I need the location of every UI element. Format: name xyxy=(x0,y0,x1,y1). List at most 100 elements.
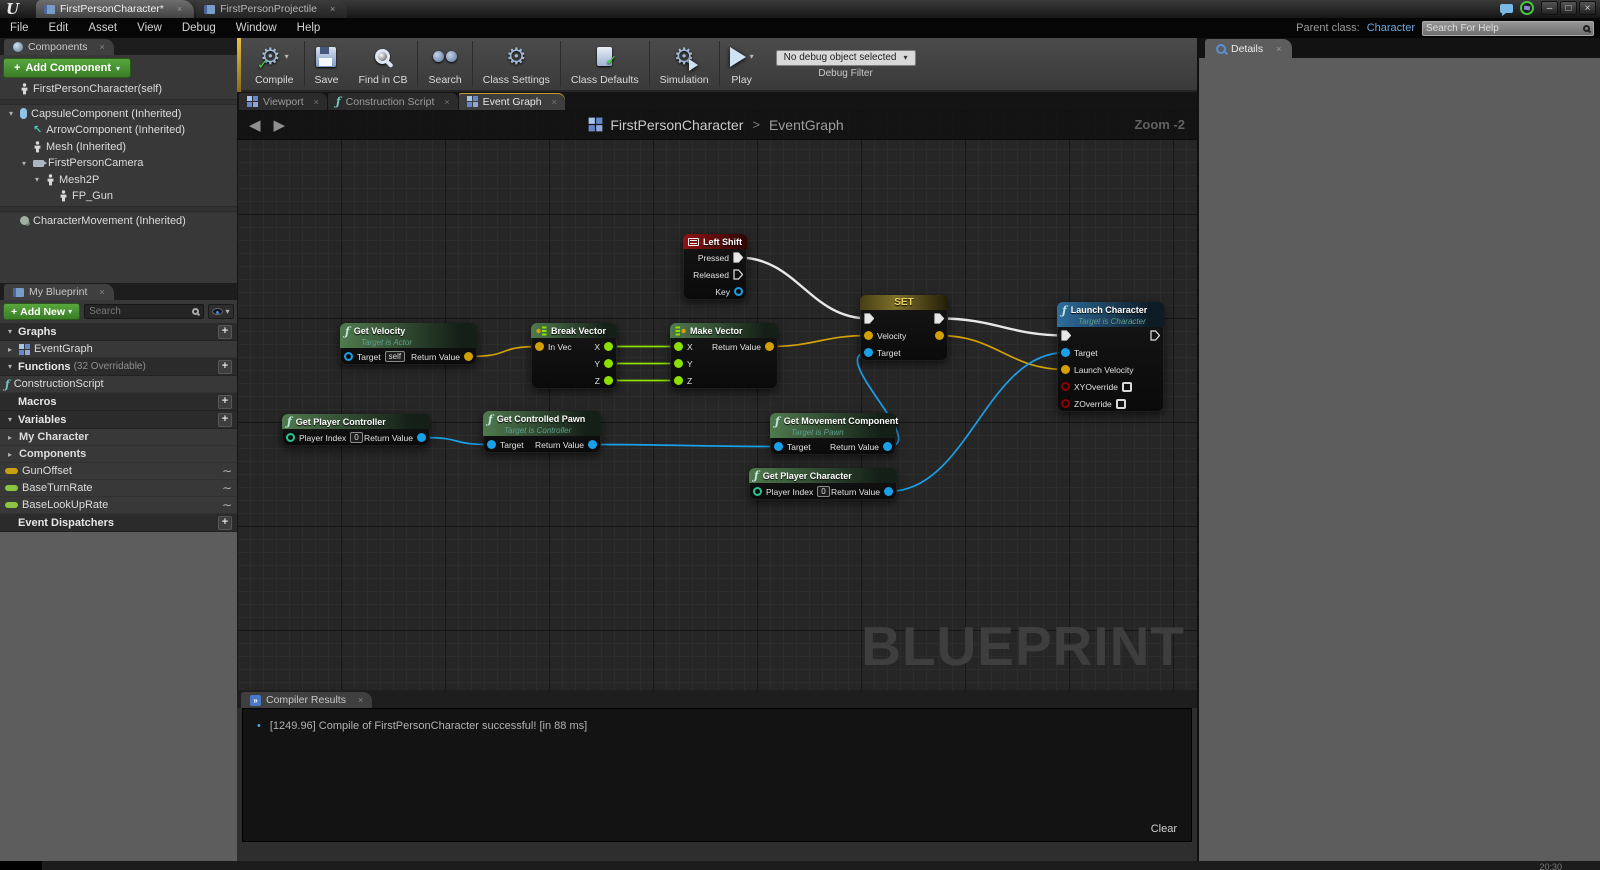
tree-item-arrowcomponent[interactable]: ↖ ArrowComponent (Inherited) xyxy=(0,122,237,139)
section-header-functions[interactable]: ▾ Functions (32 Overridable) + xyxy=(0,358,237,376)
tree-item-firstpersoncamera[interactable]: ▾ FirstPersonCamera xyxy=(0,155,237,172)
node-get_player_character[interactable]: ƒ Get Player Character Player Index 0 Return… xyxy=(749,468,897,500)
pin-object[interactable] xyxy=(864,348,873,357)
expander-icon[interactable]: ▸ xyxy=(5,345,15,354)
pin-int[interactable] xyxy=(286,433,295,442)
components-panel-tab[interactable]: Components × xyxy=(4,39,114,55)
pin-object[interactable] xyxy=(1061,348,1070,357)
add-button[interactable]: + xyxy=(218,394,232,409)
expander-icon[interactable]: ▾ xyxy=(19,159,29,168)
breadcrumb-current[interactable]: EventGraph xyxy=(769,117,844,133)
add-component-button[interactable]: + Add Component ▾ xyxy=(3,58,131,78)
visibility-filter-button[interactable]: ▾ xyxy=(208,304,234,319)
expander-icon[interactable]: ▾ xyxy=(6,109,16,118)
expander-icon[interactable]: ▾ xyxy=(32,175,42,184)
section-header-event-dispatchers[interactable]: Event Dispatchers + xyxy=(0,514,237,532)
compiler-results-tab[interactable]: » Compiler Results × xyxy=(241,692,373,708)
add-button[interactable]: + xyxy=(218,359,232,374)
pin-object[interactable] xyxy=(884,487,893,496)
visibility-closed-icon[interactable]: ∼ xyxy=(222,464,232,478)
node-launch_character[interactable]: ƒ Launch Character Target is Character Targ… xyxy=(1057,302,1164,412)
close-icon[interactable]: × xyxy=(99,287,104,297)
node-left_shift[interactable]: Left Shift Pressed Released Key xyxy=(683,234,747,300)
close-icon[interactable]: × xyxy=(177,4,182,14)
tree-item-firstpersoncharacter(self)[interactable]: FirstPersonCharacter(self) xyxy=(0,81,237,98)
list-item-eventgraph[interactable]: ▸ EventGraph xyxy=(0,341,237,358)
add-button[interactable]: + xyxy=(218,515,232,530)
clear-button[interactable]: Clear xyxy=(1151,823,1177,835)
back-arrow-icon[interactable]: ◀ xyxy=(249,116,261,134)
exec-pin[interactable] xyxy=(864,313,874,324)
pin-object[interactable] xyxy=(588,440,597,449)
close-icon[interactable]: × xyxy=(552,97,557,107)
tree-item-fp_gun[interactable]: FP_Gun xyxy=(0,188,237,205)
simulation-button[interactable]: ⚙ Simulation xyxy=(650,38,719,90)
exec-pin[interactable] xyxy=(1150,330,1160,341)
list-item-gunoffset[interactable]: GunOffset ∼ xyxy=(0,463,237,480)
pin-object[interactable] xyxy=(344,352,353,361)
exec-pin[interactable] xyxy=(733,252,743,263)
expander-icon[interactable]: ▸ xyxy=(5,450,15,459)
node-set[interactable]: SET Velocity Target xyxy=(860,295,948,361)
pin-float[interactable] xyxy=(604,376,613,385)
save-button[interactable]: Save xyxy=(305,38,349,90)
tab-event-graph[interactable]: Event Graph × xyxy=(458,93,565,110)
find-in-cb-button[interactable]: Find in CB xyxy=(348,38,417,90)
chevron-down-icon[interactable]: ▾ xyxy=(750,52,754,61)
close-icon[interactable]: × xyxy=(314,97,319,107)
tree-item-charactermovement[interactable]: CharacterMovement (Inherited) xyxy=(0,213,237,230)
pin-float[interactable] xyxy=(674,376,683,385)
pin-vector[interactable] xyxy=(935,331,944,340)
node-get_controlled_pawn[interactable]: ƒ Get Controlled Pawn Target is Controller… xyxy=(483,411,601,453)
class-defaults-button[interactable]: ✓ Class Defaults xyxy=(561,38,649,90)
menu-item-edit[interactable]: Edit xyxy=(39,22,79,34)
help-search-input[interactable] xyxy=(1426,22,1583,34)
visibility-closed-icon[interactable]: ∼ xyxy=(222,498,232,512)
section-header-macros[interactable]: Macros + xyxy=(0,393,237,411)
node-get_player_controller[interactable]: ƒ Get Player Controller Player Index 0 Retur… xyxy=(282,414,430,446)
search-button[interactable]: Search xyxy=(418,38,471,90)
expander-icon[interactable]: ▾ xyxy=(5,327,15,336)
exec-pin[interactable] xyxy=(1061,330,1071,341)
pin-float[interactable] xyxy=(604,359,613,368)
visibility-closed-icon[interactable]: ∼ xyxy=(222,481,232,495)
chevron-down-icon[interactable]: ▾ xyxy=(285,52,289,61)
pin-vector[interactable] xyxy=(864,331,873,340)
play-button[interactable]: ▾ Play xyxy=(720,38,764,90)
maximize-button[interactable]: □ xyxy=(1560,1,1577,15)
pin-value-box[interactable]: self xyxy=(384,351,406,362)
pin-bool[interactable] xyxy=(1061,382,1070,391)
list-item-constructionscript[interactable]: ƒ ConstructionScript xyxy=(0,376,237,393)
section-header-graphs[interactable]: ▾ Graphs + xyxy=(0,323,237,341)
pin-object[interactable] xyxy=(487,440,496,449)
pin-object[interactable] xyxy=(417,433,426,442)
close-button[interactable]: × xyxy=(1579,1,1596,15)
menu-item-debug[interactable]: Debug xyxy=(172,22,226,34)
pin-object[interactable] xyxy=(734,287,743,296)
my-blueprint-panel-tab[interactable]: My Blueprint × xyxy=(4,284,114,300)
pin-object[interactable] xyxy=(883,442,892,451)
menu-item-view[interactable]: View xyxy=(127,22,172,34)
minimize-button[interactable]: – xyxy=(1541,1,1558,15)
pin-int[interactable] xyxy=(753,487,762,496)
pin-float[interactable] xyxy=(604,342,613,351)
debug-object-select[interactable]: No debug object selected ▾ xyxy=(775,49,916,66)
node-make_vector[interactable]: Make Vector X Return Value Y Z xyxy=(670,323,778,389)
exec-pin[interactable] xyxy=(934,313,944,324)
class-settings-button[interactable]: ⚙ Class Settings xyxy=(473,38,560,90)
expander-icon[interactable]: ▾ xyxy=(5,415,15,424)
blueprint-search-input[interactable] xyxy=(89,306,192,317)
pin-vector[interactable] xyxy=(464,352,473,361)
tree-item-mesh[interactable]: Mesh (Inherited) xyxy=(0,139,237,156)
list-item-components[interactable]: ▸ Components xyxy=(0,446,237,463)
exec-pin[interactable] xyxy=(733,269,743,280)
pin-value-box[interactable]: 0 xyxy=(817,486,830,497)
forward-arrow-icon[interactable]: ▶ xyxy=(274,116,286,134)
tab-construction-script[interactable]: ƒ Construction Script × xyxy=(327,93,458,110)
tree-item-mesh2p[interactable]: ▾ Mesh2P xyxy=(0,172,237,189)
pin-float[interactable] xyxy=(674,359,683,368)
section-header-variables[interactable]: ▾ Variables + xyxy=(0,411,237,429)
details-panel-tab[interactable]: Details × xyxy=(1205,39,1293,58)
event-graph-canvas[interactable]: ◀ ▶ FirstPersonCharacter > EventGraph Zo… xyxy=(237,110,1197,690)
pin-vector[interactable] xyxy=(535,342,544,351)
